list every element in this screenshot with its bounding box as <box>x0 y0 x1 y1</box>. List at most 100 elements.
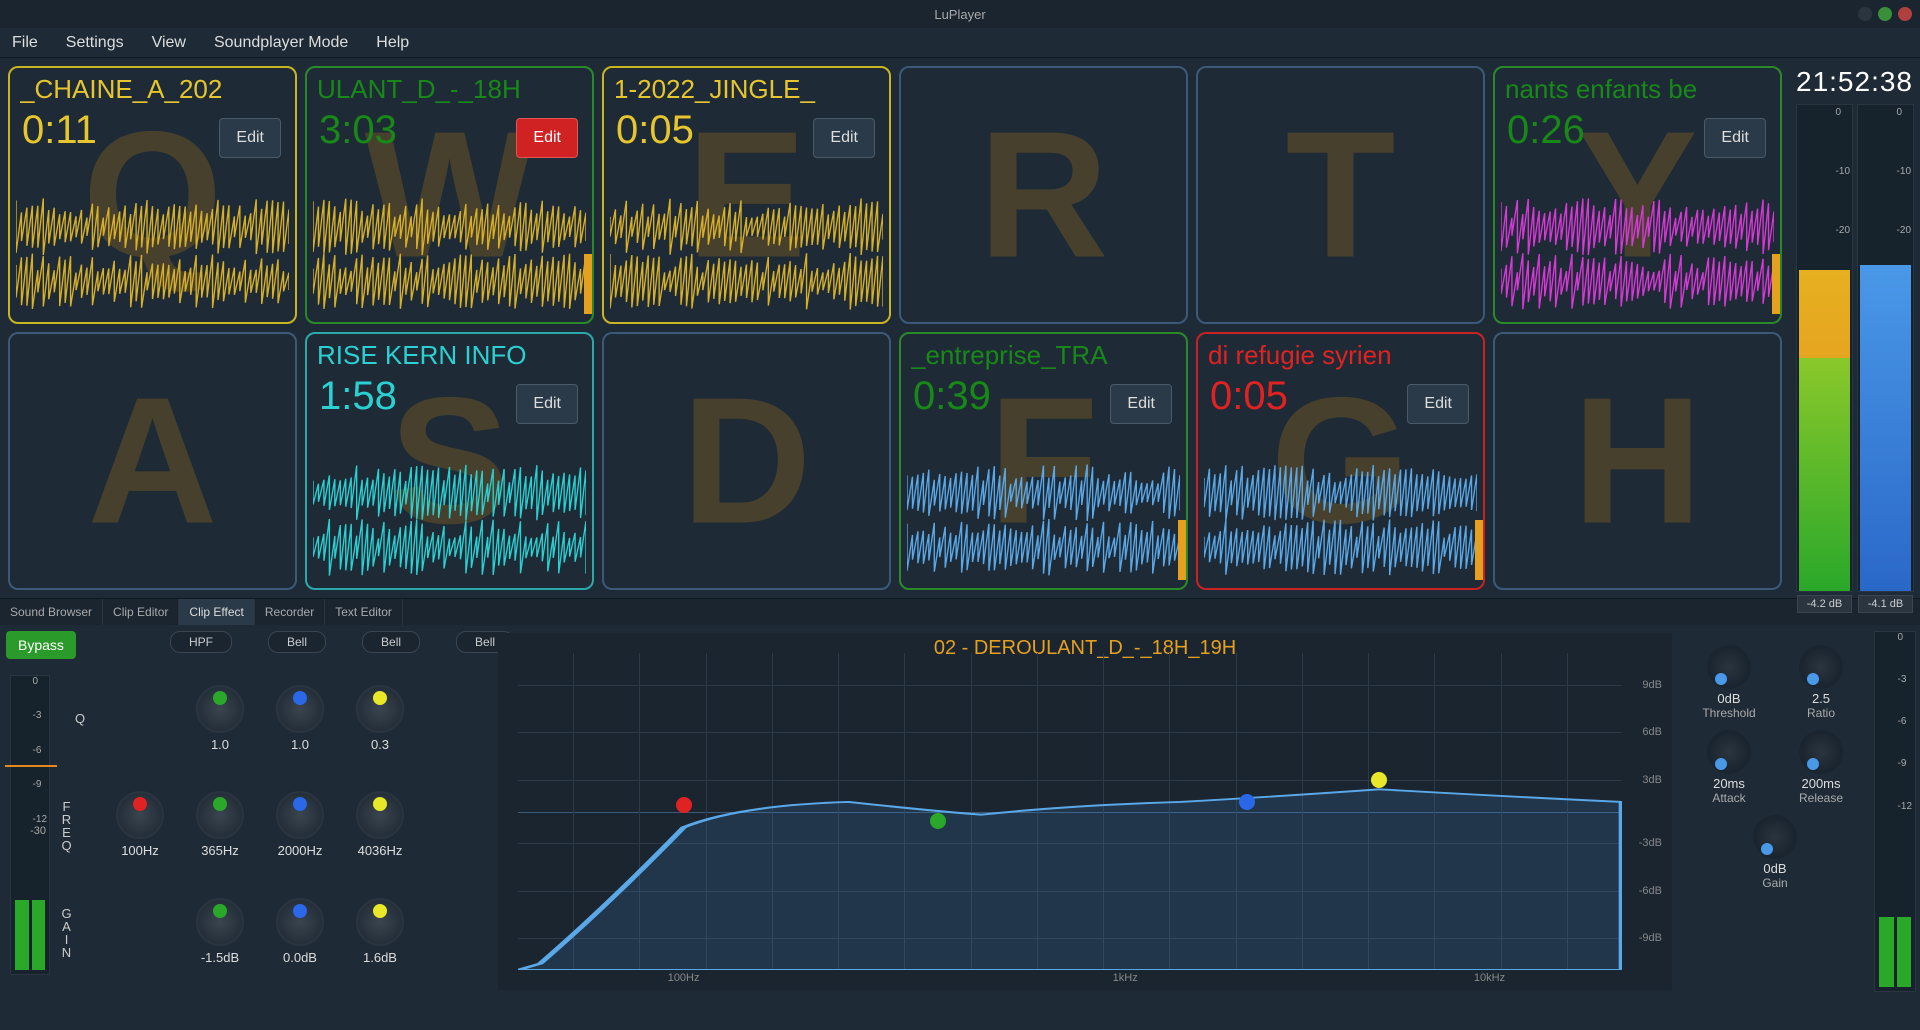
pad-key-letter: D <box>682 358 812 565</box>
ratio-knob[interactable] <box>1799 645 1843 689</box>
eq-point-2[interactable] <box>930 813 946 829</box>
tab-recorder[interactable]: Recorder <box>255 599 325 625</box>
pad-key-letter: A <box>88 358 218 565</box>
pad-time: 0:05 <box>1210 374 1288 419</box>
maximize-icon[interactable] <box>1878 7 1892 21</box>
edit-button[interactable]: Edit <box>813 118 875 158</box>
window-title: LuPlayer <box>934 7 985 22</box>
pad-title: _entreprise_TRA <box>911 340 1176 371</box>
menu-view[interactable]: View <box>152 34 186 52</box>
pad-title: di refugie syrien <box>1208 340 1473 371</box>
clock: 21:52:38 <box>1796 64 1914 104</box>
eq-point-3[interactable] <box>1239 794 1255 810</box>
pad-title: nants enfants be <box>1505 74 1770 105</box>
knob-grid: 0-3-6-9-12 -30 Q 1.0 1.0 0.3 FREQ 100Hz … <box>10 665 480 985</box>
out-ticks: 0-3-6-9-12 <box>1898 632 1912 812</box>
eq-point-4[interactable] <box>1371 772 1387 788</box>
window-controls <box>1858 7 1912 21</box>
freq-knob-3[interactable] <box>276 791 324 839</box>
edit-button[interactable]: Edit <box>1407 384 1469 424</box>
close-icon[interactable] <box>1898 7 1912 21</box>
compressor-knobs: 0dBThreshold 2.5Ratio 20msAttack 200msRe… <box>1680 625 1870 998</box>
filter-type-2[interactable]: Bell <box>268 631 326 653</box>
q-knob-3[interactable] <box>276 685 324 733</box>
pad-title: RISE KERN INFO <box>317 340 582 371</box>
waveform <box>16 194 289 314</box>
pad-time: 3:03 <box>319 108 397 153</box>
pad-time: 0:11 <box>22 108 97 153</box>
tab-clip-editor[interactable]: Clip Editor <box>103 599 179 625</box>
pad-d[interactable]: D <box>602 332 891 590</box>
edit-button[interactable]: Edit <box>516 118 578 158</box>
filter-type-1[interactable]: HPF <box>170 631 232 653</box>
menu-file[interactable]: File <box>12 34 38 52</box>
out-bars <box>1879 917 1911 987</box>
pad-key-letter: T <box>1286 92 1396 299</box>
gain-knob-3[interactable] <box>276 898 324 946</box>
freq-knob-1[interactable] <box>116 791 164 839</box>
pad-title: 1-2022_JINGLE_ <box>614 74 879 105</box>
trim-meter[interactable]: 0-3-6-9-12 -30 <box>10 675 50 975</box>
attack-knob[interactable] <box>1707 730 1751 774</box>
freq-knob-2[interactable] <box>196 791 244 839</box>
trim-value: -30 <box>30 825 46 837</box>
waveform <box>313 460 586 580</box>
pad-time: 1:58 <box>319 374 397 419</box>
edit-button[interactable]: Edit <box>1704 118 1766 158</box>
menu-help[interactable]: Help <box>376 34 409 52</box>
waveform <box>907 460 1180 580</box>
menubar: File Settings View Soundplayer Mode Help <box>0 28 1920 58</box>
pad-h[interactable]: H <box>1493 332 1782 590</box>
waveform <box>313 194 586 314</box>
pad-key-letter: R <box>979 92 1109 299</box>
minimize-icon[interactable] <box>1858 7 1872 21</box>
waveform <box>610 194 883 314</box>
release-knob[interactable] <box>1799 730 1843 774</box>
pad-y[interactable]: Ynants enfants be0:26Edit <box>1493 66 1782 324</box>
tab-sound-browser[interactable]: Sound Browser <box>0 599 103 625</box>
output-meter-box[interactable]: 0-3-6-9-12 <box>1874 631 1916 992</box>
pad-t[interactable]: T <box>1196 66 1485 324</box>
q-knob-2[interactable] <box>196 685 244 733</box>
pad-w[interactable]: WULANT_D_-_18H3:03Edit <box>305 66 594 324</box>
row-label-freq: FREQ <box>60 799 100 851</box>
pad-q[interactable]: Q_CHAINE_A_2020:11Edit <box>8 66 297 324</box>
q-knob-4[interactable] <box>356 685 404 733</box>
eq-point-1[interactable] <box>676 797 692 813</box>
gain-knob-4[interactable] <box>356 898 404 946</box>
clip-effect-panel: Bypass HPFBellBellBell 0-3-6-9-12 -30 Q … <box>0 625 1920 998</box>
pad-s[interactable]: SRISE KERN INFO1:58Edit <box>305 332 594 590</box>
meter-fill <box>1860 265 1911 591</box>
pad-time: 0:39 <box>913 374 991 419</box>
pad-f[interactable]: F_entreprise_TRA0:39Edit <box>899 332 1188 590</box>
main-area: Q_CHAINE_A_2020:11EditWULANT_D_-_18H3:03… <box>0 58 1920 598</box>
trim-bars <box>15 900 45 970</box>
menu-settings[interactable]: Settings <box>66 34 124 52</box>
right-meters: 21:52:38 0-10-20-30-40-50-60-70-80 -4.2 … <box>1790 58 1920 598</box>
bottom-panel: Sound BrowserClip EditorClip EffectRecor… <box>0 598 1920 998</box>
pad-time: 0:26 <box>1507 108 1585 153</box>
tab-text-editor[interactable]: Text Editor <box>325 599 403 625</box>
threshold-knob[interactable] <box>1707 645 1751 689</box>
pad-r[interactable]: R <box>899 66 1188 324</box>
meter-left: 0-10-20-30-40-50-60-70-80 -4.2 dB <box>1796 104 1853 592</box>
freq-knob-4[interactable] <box>356 791 404 839</box>
tabs: Sound BrowserClip EditorClip EffectRecor… <box>0 599 1920 625</box>
pad-g[interactable]: Gdi refugie syrien0:05Edit <box>1196 332 1485 590</box>
edit-button[interactable]: Edit <box>1110 384 1172 424</box>
tab-clip-effect[interactable]: Clip Effect <box>179 599 254 625</box>
pad-key-letter: H <box>1573 358 1703 565</box>
output-meter: 0-3-6-9-12 <box>1870 625 1920 998</box>
eq-graph[interactable]: 02 - DEROULANT_D_-_18H_19H 9dB6dB3dB-3dB… <box>498 633 1672 990</box>
edit-button[interactable]: Edit <box>516 384 578 424</box>
pad-e[interactable]: E1-2022_JINGLE_0:05Edit <box>602 66 891 324</box>
meter-fill-low <box>1799 358 1850 591</box>
menu-soundplayer-mode[interactable]: Soundplayer Mode <box>214 34 348 52</box>
makeup-gain-knob[interactable] <box>1753 815 1797 859</box>
waveform <box>1204 460 1477 580</box>
pad-title: ULANT_D_-_18H <box>317 74 582 105</box>
pad-a[interactable]: A <box>8 332 297 590</box>
gain-knob-2[interactable] <box>196 898 244 946</box>
edit-button[interactable]: Edit <box>219 118 281 158</box>
filter-type-3[interactable]: Bell <box>362 631 420 653</box>
